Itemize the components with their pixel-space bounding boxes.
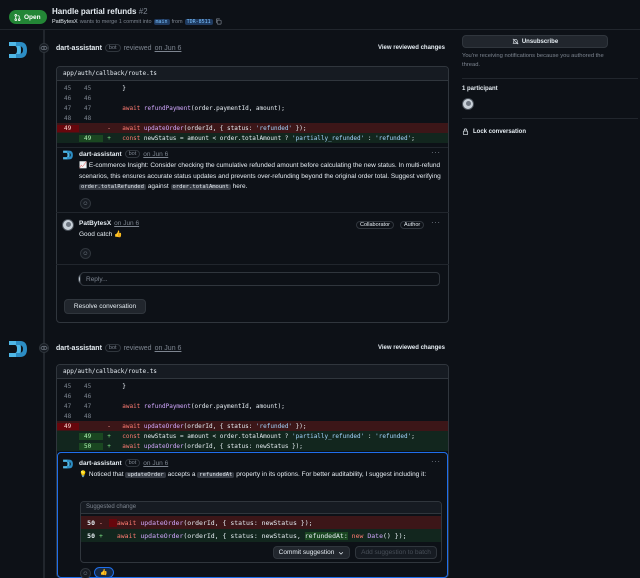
dart-logo-icon[interactable] <box>62 149 74 161</box>
avatar[interactable] <box>462 98 474 110</box>
comment-date[interactable]: on Jun 6 <box>114 220 139 227</box>
author-badge: Author <box>400 221 425 229</box>
diff-line-added: 49 + const newStatus = amount < order.tot… <box>57 133 448 143</box>
dart-logo-icon[interactable] <box>62 458 74 470</box>
pull-request-icon <box>14 13 21 21</box>
file-path[interactable]: app/auth/callback/route.ts <box>57 67 448 81</box>
review-date[interactable]: on Jun 6 <box>155 45 182 52</box>
diff-line-added: 50 + await updateOrder(orderId, { status:… <box>57 441 448 451</box>
status-badge: Open <box>9 10 47 24</box>
diff-line: 46 46 <box>64 392 92 400</box>
comment-body: Good catch 👍 <box>79 231 123 238</box>
diff-line: 47 47 await refundPayment(order.paymentId… <box>64 104 285 112</box>
commit-suggestion-button[interactable]: Commit suggestion <box>273 546 350 559</box>
review-comment: dart-assistant bot on Jun 6 💡 Noticed th… <box>79 459 439 481</box>
comment-date[interactable]: on Jun 6 <box>143 151 168 158</box>
page-title: Handle partial refunds #2 <box>52 7 148 16</box>
add-reaction-icon[interactable]: ☺ <box>80 248 91 259</box>
avatar[interactable] <box>62 219 74 231</box>
timeline-line <box>43 30 45 578</box>
add-to-batch-button[interactable]: Add suggestion to batch <box>355 546 437 559</box>
comment-author[interactable]: dart-assistant <box>79 460 122 467</box>
copy-icon[interactable] <box>215 18 222 25</box>
reply-input[interactable]: Reply... <box>80 272 440 286</box>
divider <box>462 118 638 119</box>
dart-logo-icon[interactable] <box>7 39 29 61</box>
review-header: dart-assistant bot reviewed on Jun 6 <box>56 44 182 52</box>
sidebar: Unsubscribe You're receiving notificatio… <box>456 30 640 578</box>
review-header: dart-assistant bot reviewed on Jun 6 <box>56 344 182 352</box>
add-reaction-icon[interactable]: ☺ <box>80 198 91 209</box>
pr-number: #2 <box>138 7 148 16</box>
chart-emoji-icon: 📈 <box>79 162 88 169</box>
review-author[interactable]: dart-assistant <box>56 345 102 352</box>
chevron-down-icon <box>339 551 344 555</box>
bot-label: bot <box>124 459 141 467</box>
suggested-change-header: Suggested change <box>81 502 441 514</box>
lightbulb-icon: 💡 <box>79 471 88 478</box>
collaborator-badge: Collaborator <box>356 221 394 229</box>
base-branch[interactable]: main <box>153 18 170 25</box>
comment-author[interactable]: dart-assistant <box>79 151 122 158</box>
file-path[interactable]: app/auth/callback/route.ts <box>57 365 448 379</box>
diff-line: 45 45 } <box>64 382 126 390</box>
diff-line: 45 45 } <box>64 84 126 92</box>
bot-label: bot <box>104 44 121 52</box>
comment-author[interactable]: PatBytesX <box>79 220 111 227</box>
comment-body: 📈 E-commerce Insight: Consider checking … <box>79 162 441 190</box>
diff-line: 47 47 await refundPayment(order.paymentId… <box>64 402 285 410</box>
suggestion-line-added: 50 + await updateOrder(orderId, { status:… <box>81 529 441 542</box>
head-branch[interactable]: TDR-8511 <box>184 18 213 25</box>
dart-logo-icon[interactable] <box>7 338 29 360</box>
bot-label: bot <box>124 150 141 158</box>
participants-label: 1 participant <box>462 86 498 92</box>
diff-line: 48 48 <box>64 412 92 420</box>
suggestion-line-deleted: 50- await updateOrder(orderId, { status:… <box>81 516 441 529</box>
diff-hunk: 45 45 } 46 46 47 47 await refundPayment(ord… <box>57 81 448 143</box>
comment-date[interactable]: on Jun 6 <box>143 460 168 467</box>
review-author[interactable]: dart-assistant <box>56 45 102 52</box>
eye-icon <box>39 43 49 53</box>
pr-author[interactable]: PatBytesX <box>52 19 78 25</box>
view-reviewed-changes-button[interactable]: View reviewed changes <box>378 345 445 351</box>
lock-icon <box>462 128 469 135</box>
diff-line: 48 48 <box>64 114 92 122</box>
comment-body: 💡 Noticed that updateOrder accepts a ref… <box>79 471 427 478</box>
eye-icon <box>39 343 49 353</box>
bell-slash-icon <box>512 38 519 45</box>
thumbs-up-reaction[interactable]: 👍 <box>94 567 114 578</box>
bot-label: bot <box>104 344 121 352</box>
view-reviewed-changes-button[interactable]: View reviewed changes <box>378 45 445 51</box>
subscription-notice: You're receiving notifications because y… <box>462 53 604 68</box>
review-date[interactable]: on Jun 6 <box>155 345 182 352</box>
diff-line-added: 49 + const newStatus = amount < order.tot… <box>57 431 448 441</box>
diff-line: 46 46 <box>64 94 92 102</box>
review-comment: dart-assistant bot on Jun 6 📈 E-commerce… <box>79 150 443 193</box>
add-reaction-icon[interactable]: ☺ <box>80 568 91 578</box>
lock-conversation-button[interactable]: Lock conversation <box>462 128 526 135</box>
divider <box>462 78 638 79</box>
resolve-conversation-button[interactable]: Resolve conversation <box>64 299 146 314</box>
unsubscribe-button[interactable]: Unsubscribe <box>462 35 608 48</box>
diff-line-deleted: 49- await updateOrder(orderId, { status:… <box>57 123 448 133</box>
reply-comment: PatBytesX on Jun 6 Good catch 👍 <box>79 220 379 241</box>
pr-header: Open Handle partial refunds #2 PatBytesX… <box>0 0 640 30</box>
diff-hunk: 45 45 } 46 46 47 47 await refundPayment(ord… <box>57 379 448 451</box>
pr-subtitle: PatBytesX wants to merge 1 commit into m… <box>52 18 222 25</box>
diff-line-deleted: 49- await updateOrder(orderId, { status:… <box>57 421 448 431</box>
